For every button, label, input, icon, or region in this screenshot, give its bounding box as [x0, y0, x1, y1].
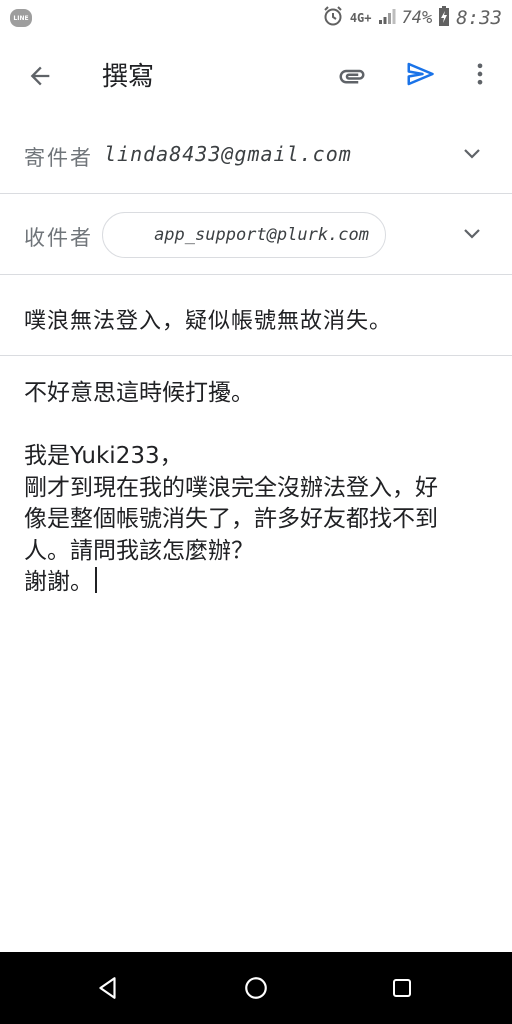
more-vert-icon	[477, 63, 483, 85]
chevron-down-icon	[464, 149, 480, 159]
circle-home-icon	[245, 977, 267, 999]
system-nav-bar	[0, 952, 512, 1024]
subject-text: 噗浪無法登入，疑似帳號無故消失。	[24, 309, 393, 334]
clock: 8:33	[456, 7, 502, 29]
body-line: 我是Yuki233，	[24, 443, 183, 469]
square-recents-icon	[393, 979, 411, 997]
subject-field[interactable]: 噗浪無法登入，疑似帳號無故消失。	[0, 275, 512, 356]
send-icon	[407, 62, 434, 86]
body-line-text: 謝謝。	[24, 569, 93, 595]
paperclip-icon	[339, 69, 365, 84]
attach-button[interactable]	[332, 56, 372, 96]
battery-charging-icon	[438, 5, 450, 32]
battery-percent: 74%	[401, 8, 433, 28]
app-bar: 撰寫	[0, 36, 512, 112]
arrow-left-icon	[30, 66, 50, 86]
network-type: 4G+	[349, 11, 372, 25]
from-expand-button[interactable]	[456, 138, 488, 170]
from-row[interactable]: 寄件者 linda8433@gmail.com	[0, 112, 512, 194]
body-line: 不好意思這時候打擾。	[24, 380, 254, 406]
signal-icon	[378, 7, 396, 30]
line-app-icon: LINE	[10, 9, 32, 27]
body-line: 剛才到現在我的噗浪完全沒辦法登入，好	[24, 474, 438, 501]
page-title: 撰寫	[102, 62, 155, 92]
body-line: 人。請問我該怎麼辦？	[24, 537, 254, 564]
chevron-down-icon	[464, 229, 480, 239]
line-app-icon-text: LINE	[13, 14, 29, 22]
more-options-button[interactable]	[460, 54, 500, 94]
nav-recents-button[interactable]	[384, 970, 420, 1006]
body-line-last: 謝謝。	[24, 567, 494, 599]
back-button[interactable]	[20, 56, 60, 96]
body-line	[24, 410, 494, 442]
from-address[interactable]: linda8433@gmail.com	[104, 142, 352, 166]
nav-home-button[interactable]	[238, 970, 274, 1006]
from-label: 寄件者	[24, 146, 93, 170]
status-bar: LINE 4G+ 74% 8:33	[0, 0, 512, 36]
to-row[interactable]: 收件者 app_support@plurk.com	[0, 194, 512, 275]
triangle-back-icon	[99, 977, 116, 999]
send-button[interactable]	[400, 54, 440, 94]
recipient-chip-text: app_support@plurk.com	[154, 225, 369, 245]
text-cursor	[95, 567, 97, 593]
to-label: 收件者	[24, 226, 93, 250]
email-body-input[interactable]: 不好意思這時候打擾。 我是Yuki233， 剛才到現在我的噗浪完全沒辦法登入，好…	[24, 378, 494, 599]
to-expand-button[interactable]	[456, 218, 488, 250]
body-line: 像是整個帳號消失了，許多好友都找不到	[24, 506, 438, 532]
recipient-chip[interactable]: app_support@plurk.com	[102, 212, 386, 258]
alarm-icon	[322, 5, 344, 32]
nav-back-button[interactable]	[90, 970, 126, 1006]
